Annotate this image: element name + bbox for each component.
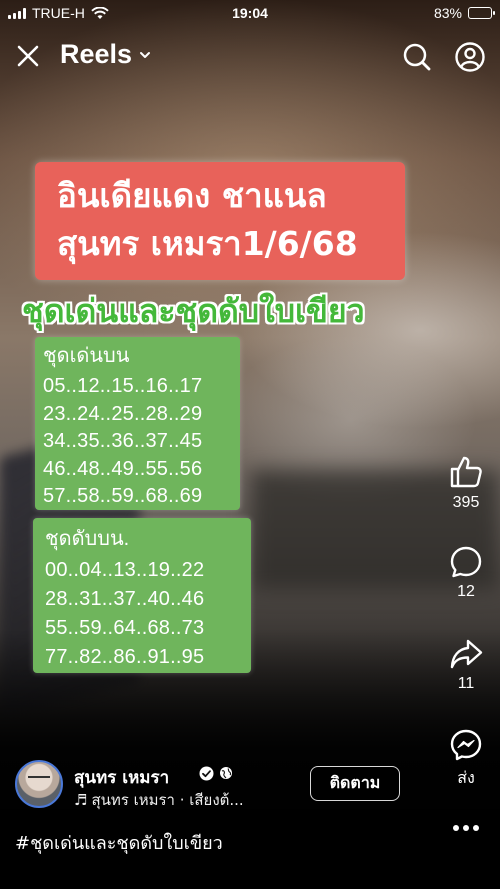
send-label: ส่ง (457, 770, 475, 787)
clock: 19:04 (232, 5, 268, 21)
battery-percent: 83% (433, 5, 462, 21)
like-button[interactable]: 395 (436, 454, 496, 512)
number-box-heading: ชุดเด่นบน (43, 345, 130, 367)
globe-icon (220, 767, 232, 779)
avatar[interactable] (15, 760, 63, 808)
author-name[interactable]: สุนทร เหมรา (74, 764, 169, 791)
profile-icon[interactable] (454, 41, 486, 73)
chevron-down-icon (140, 51, 151, 58)
battery-icon (468, 7, 495, 19)
reels-header: Reels (0, 34, 500, 78)
comment-button[interactable]: 12 (436, 545, 496, 601)
number-row: 05..12..15..16..17 (43, 375, 203, 397)
close-icon[interactable] (14, 42, 42, 70)
number-row: 46..48..49..55..56 (43, 457, 203, 480)
reels-title-dropdown[interactable]: Reels (60, 39, 152, 70)
banner-line-1: อินเดียแดง ชาแนล (57, 176, 327, 215)
verified-badge-icon (199, 766, 214, 781)
number-box-top: ชุดเด่นบน 05..12..15..16..17 23..24..25.… (35, 337, 240, 510)
banner-line-2: สุนทร เหมรา1/6/68 (57, 224, 358, 263)
like-count: 395 (452, 494, 480, 511)
video-subtitle: ชุดเด่นและชุดดับใบเขียว (22, 292, 365, 330)
share-count: 11 (457, 675, 475, 692)
share-button[interactable]: 11 (436, 637, 496, 693)
music-text: สุนทร เหมรา · เสียงต้... (91, 791, 244, 809)
follow-button[interactable]: ติดตาม (310, 766, 400, 801)
music-attribution[interactable]: ♬ สุนทร เหมรา · เสียงต้... (74, 788, 244, 812)
music-note-icon: ♬ (74, 791, 88, 809)
thumbs-up-icon (450, 456, 482, 488)
wifi-icon (91, 6, 109, 19)
number-row: 55..59..64..68..73 (45, 617, 205, 639)
number-box-bottom: ชุดดับบน. 00..04..13..19..22 28..31..37.… (33, 518, 251, 673)
carrier-label: TRUE-H (32, 5, 85, 21)
signal-icon (8, 7, 26, 19)
comment-icon (450, 546, 482, 578)
send-button[interactable]: ส่ง (436, 728, 496, 791)
number-row: 00..04..13..19..22 (45, 559, 205, 581)
page-title: Reels (60, 39, 133, 69)
number-row: 57..58..59..68..69 (43, 485, 203, 508)
more-options-icon[interactable] (446, 818, 486, 838)
number-row: 23..24..25..28..29 (43, 402, 203, 425)
share-icon (450, 639, 483, 669)
number-row: 28..31..37..40..46 (45, 588, 205, 610)
messenger-icon (450, 729, 482, 761)
status-bar: TRUE-H 19:04 83% (0, 0, 500, 26)
number-box-heading: ชุดดับบน. (45, 528, 130, 550)
search-icon[interactable] (401, 41, 433, 73)
status-right: 83% (433, 5, 495, 21)
number-row: 34..35..36..37..45 (43, 430, 203, 453)
video-banner: อินเดียแดง ชาแนล สุนทร เหมรา1/6/68 (35, 162, 405, 280)
comment-count: 12 (457, 583, 475, 600)
number-row: 77..82..86..91..95 (45, 646, 205, 668)
post-caption[interactable]: #ชุดเด่นและชุดดับใบเขียว (15, 828, 223, 857)
status-left: TRUE-H (8, 5, 109, 21)
